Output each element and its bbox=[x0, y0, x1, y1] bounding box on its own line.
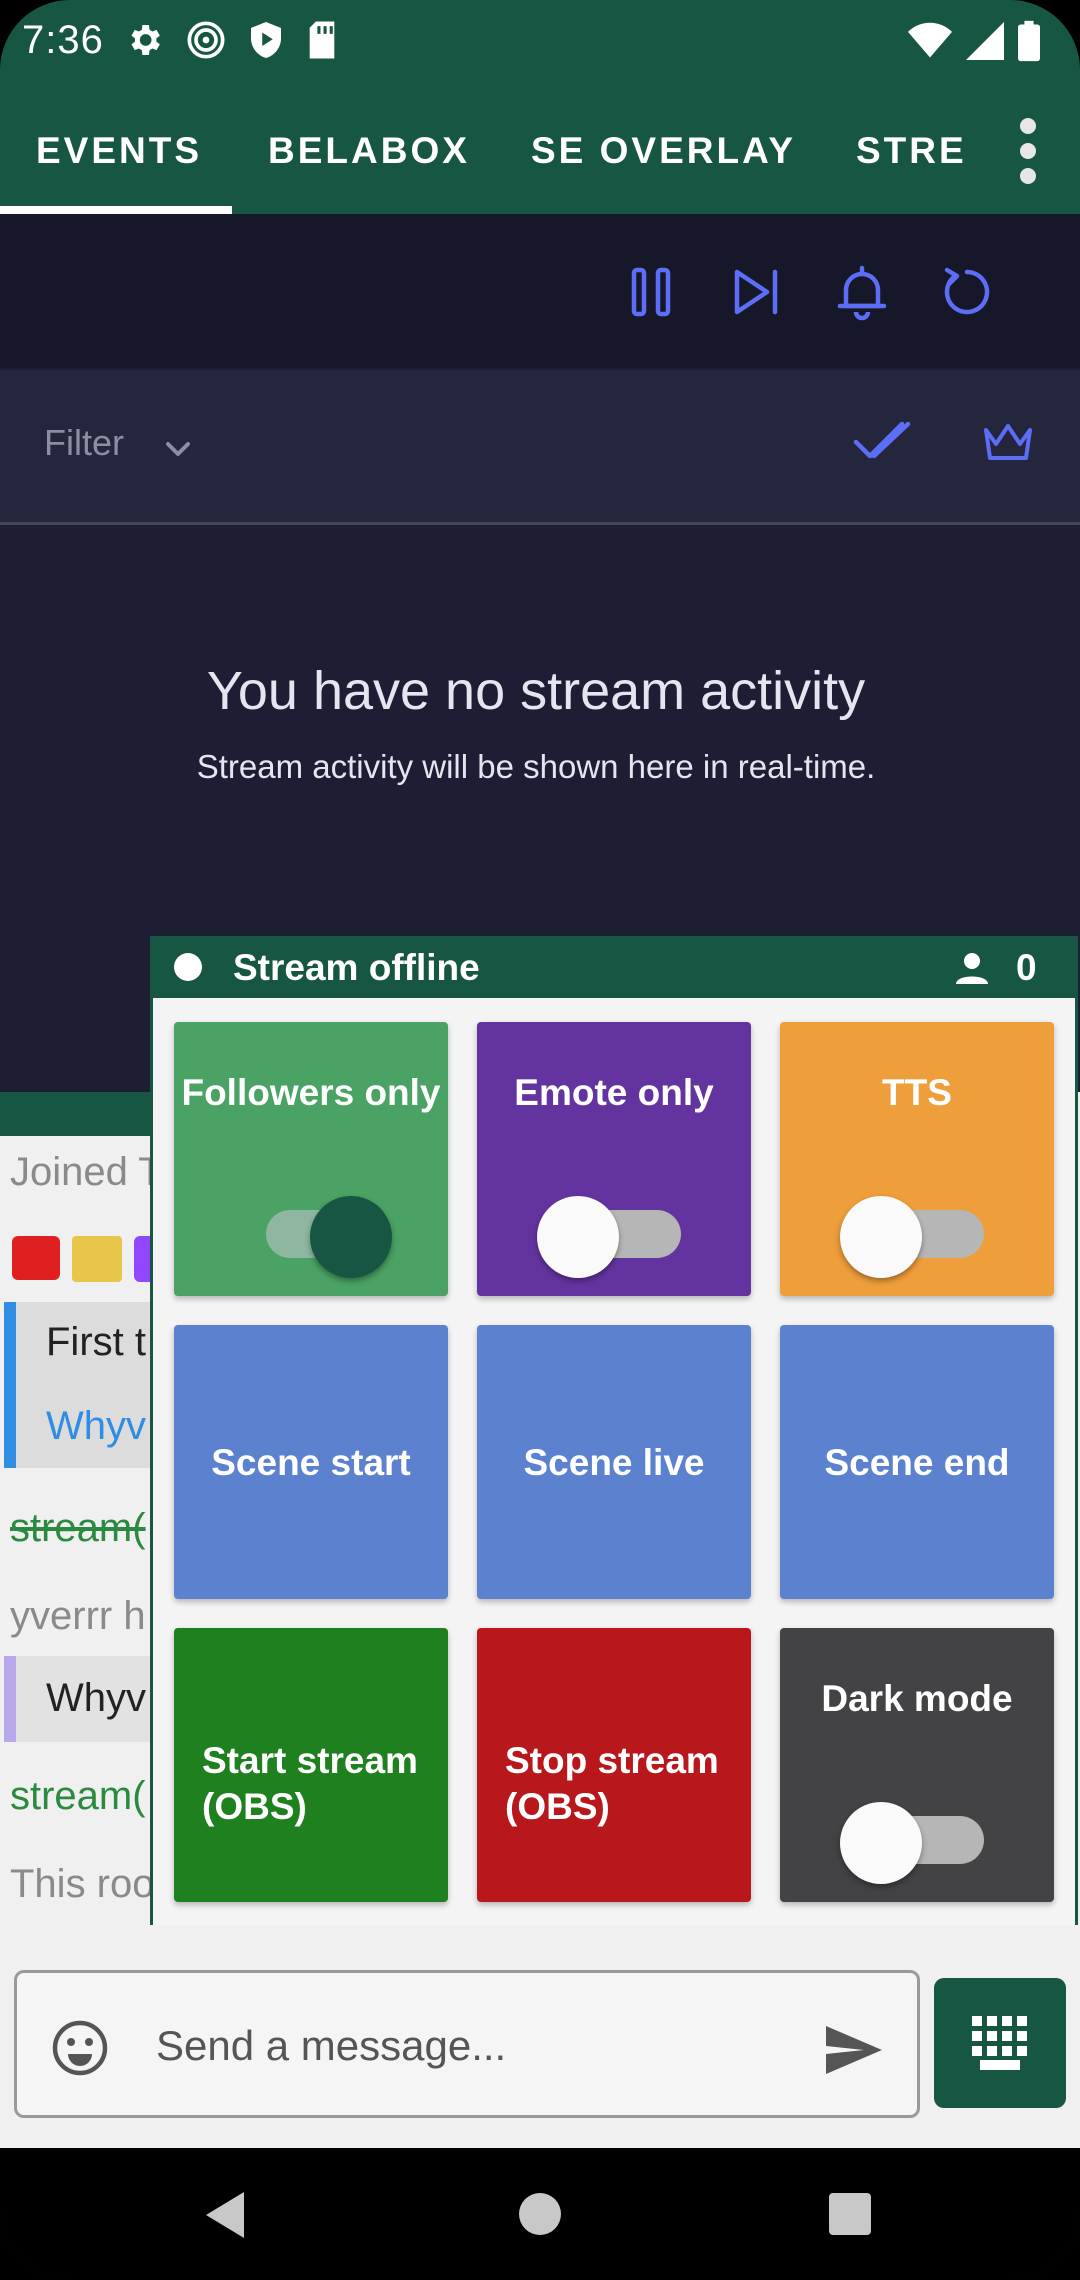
tab-events[interactable]: EVENTS bbox=[36, 88, 202, 214]
keypad-button[interactable] bbox=[934, 1978, 1066, 2108]
spiral-icon bbox=[187, 21, 225, 59]
emote-only-tile[interactable]: Emote only bbox=[477, 1022, 751, 1296]
tab-label: BELABOX bbox=[268, 130, 470, 171]
tab-label: SE OVERLAY bbox=[531, 130, 797, 171]
tile-label: TTS bbox=[882, 1072, 952, 1113]
grid-icon bbox=[972, 2016, 1027, 2070]
video-camera-icon bbox=[12, 1236, 60, 1280]
skip-next-icon[interactable] bbox=[727, 262, 787, 322]
app-screen: 7:36 EVENTS BELABOX SE OVERLAY STRE Filt… bbox=[0, 0, 1080, 2280]
emote-only-toggle[interactable] bbox=[537, 1196, 687, 1278]
chat-username: stream( bbox=[10, 1774, 146, 1818]
tab-belabox[interactable]: BELABOX bbox=[268, 88, 470, 214]
home-icon[interactable] bbox=[518, 2192, 562, 2236]
chat-username: stream( bbox=[10, 1506, 146, 1550]
chat-line: This roo bbox=[10, 1862, 150, 1906]
twitch-icon bbox=[134, 1236, 150, 1282]
status-bar: 7:36 bbox=[0, 0, 1080, 88]
tile-label: Start stream (OBS) bbox=[202, 1738, 418, 1830]
filter-dropdown[interactable]: Filter bbox=[44, 422, 124, 464]
shield-play-icon bbox=[251, 22, 281, 58]
chat-line: First t bbox=[46, 1320, 146, 1364]
tts-toggle[interactable] bbox=[840, 1196, 990, 1278]
followers-only-toggle[interactable] bbox=[266, 1196, 392, 1278]
empty-state-title: You have no stream activity bbox=[206, 661, 866, 721]
followers-only-tile[interactable]: Followers only bbox=[174, 1022, 448, 1296]
toggle-knob bbox=[310, 1196, 392, 1278]
tile-label: Scene end bbox=[824, 1442, 1010, 1483]
stop-stream-tile[interactable]: Stop stream (OBS) bbox=[477, 1628, 751, 1902]
tab-stream[interactable]: STRE bbox=[856, 88, 967, 214]
tile-label: Emote only bbox=[514, 1072, 714, 1113]
tile-label: Scene start bbox=[211, 1442, 411, 1483]
tab-indicator bbox=[0, 206, 232, 214]
send-icon[interactable] bbox=[824, 2022, 884, 2078]
toggle-knob bbox=[840, 1802, 922, 1884]
tile-label: Followers only bbox=[181, 1072, 441, 1113]
tile-label-line: Stop stream bbox=[505, 1740, 719, 1781]
battery-icon bbox=[1018, 20, 1040, 62]
scene-live-tile[interactable]: Scene live bbox=[477, 1325, 751, 1599]
offline-status-dot bbox=[174, 953, 202, 981]
dark-mode-toggle[interactable] bbox=[840, 1802, 990, 1884]
chat-username: Whyv bbox=[46, 1404, 146, 1448]
stream-status-label: Stream offline bbox=[233, 947, 480, 988]
chevron-down-icon[interactable] bbox=[160, 432, 196, 468]
tile-label: Stop stream (OBS) bbox=[505, 1738, 719, 1830]
tile-label-line: (OBS) bbox=[505, 1786, 610, 1827]
tab-label: EVENTS bbox=[36, 130, 203, 171]
tab-label: STRE bbox=[856, 130, 967, 171]
reply-bar bbox=[4, 1656, 16, 1742]
bell-icon[interactable] bbox=[832, 262, 892, 322]
wifi-icon bbox=[908, 22, 952, 58]
dark-mode-tile[interactable]: Dark mode bbox=[780, 1628, 1054, 1902]
empty-state-subtitle: Stream activity will be shown here in re… bbox=[196, 748, 876, 785]
double-check-icon[interactable] bbox=[852, 416, 912, 464]
tts-tile[interactable]: TTS bbox=[780, 1022, 1054, 1296]
tile-label: Scene live bbox=[523, 1442, 705, 1483]
crown-icon[interactable] bbox=[982, 420, 1034, 464]
chat-line: Joined T bbox=[10, 1150, 150, 1194]
back-icon[interactable] bbox=[202, 2190, 248, 2240]
events-toolbar bbox=[0, 214, 1080, 368]
scene-end-tile[interactable]: Scene end bbox=[780, 1325, 1054, 1599]
message-placeholder: Send a message... bbox=[156, 2022, 507, 2069]
viewer-count: 0 bbox=[1016, 947, 1037, 988]
tile-label-line: Start stream bbox=[202, 1740, 418, 1781]
recents-icon[interactable] bbox=[828, 2192, 872, 2236]
start-stream-tile[interactable]: Start stream (OBS) bbox=[174, 1628, 448, 1902]
signal-icon bbox=[966, 22, 1004, 60]
gear-icon bbox=[131, 25, 160, 55]
emoji-icon[interactable] bbox=[50, 2018, 110, 2078]
sd-card-icon bbox=[309, 21, 335, 59]
chat-header-strip bbox=[0, 1092, 160, 1136]
map-pin-icon bbox=[72, 1236, 122, 1282]
highlight-bar bbox=[4, 1302, 16, 1468]
status-time: 7:36 bbox=[22, 18, 104, 62]
scene-start-tile[interactable]: Scene start bbox=[174, 1325, 448, 1599]
chat-line: Whyv bbox=[46, 1676, 146, 1720]
toggle-knob bbox=[840, 1196, 922, 1278]
tab-se-overlay[interactable]: SE OVERLAY bbox=[531, 88, 796, 214]
person-icon bbox=[956, 953, 988, 984]
overflow-menu-icon[interactable] bbox=[1016, 116, 1040, 186]
tile-label-line: (OBS) bbox=[202, 1786, 307, 1827]
pause-icon[interactable] bbox=[622, 262, 682, 322]
tile-label: Dark mode bbox=[821, 1678, 1013, 1719]
chat-line: yverrr h bbox=[10, 1594, 146, 1638]
toggle-knob bbox=[537, 1196, 619, 1278]
refresh-icon[interactable] bbox=[937, 262, 997, 322]
